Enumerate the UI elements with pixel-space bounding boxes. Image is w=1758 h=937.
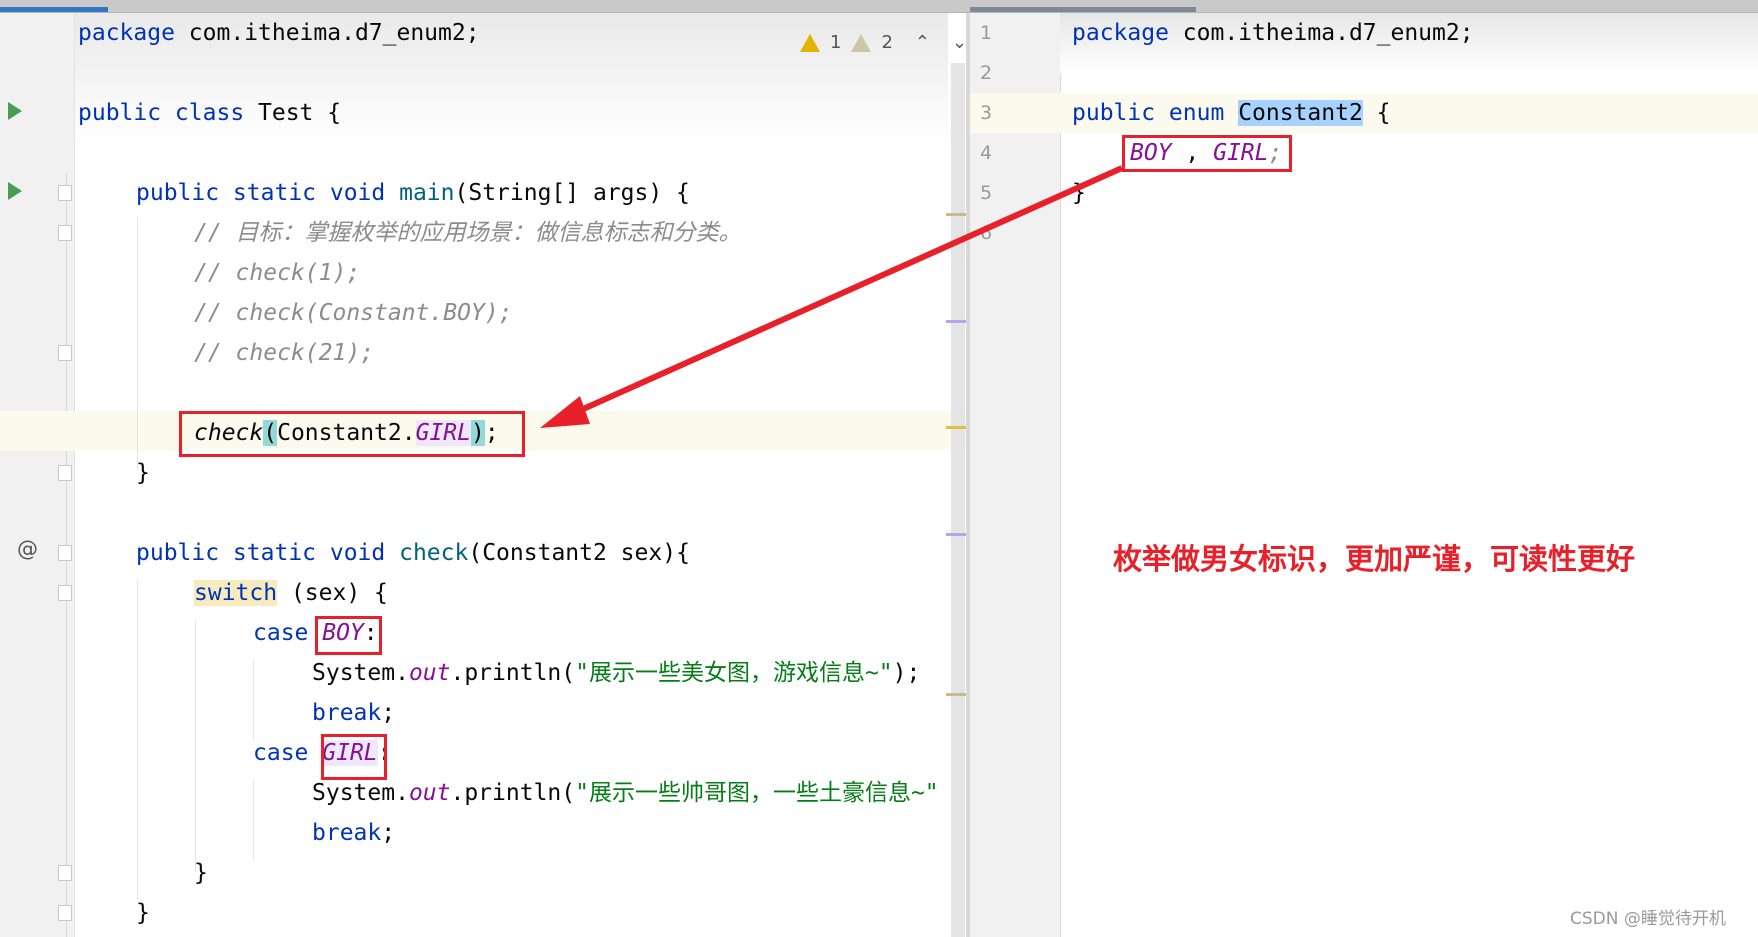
code-line-20[interactable]: System.out.println("展示一些帅哥图，一些土豪信息~" xyxy=(312,773,939,813)
code-text: (sex) { xyxy=(277,580,388,606)
code-line-22[interactable]: } xyxy=(194,853,208,893)
code-text: ; xyxy=(381,820,396,846)
code-text: .println( xyxy=(450,780,576,806)
keyword: break xyxy=(312,820,382,846)
fold-icon[interactable] xyxy=(58,865,72,881)
code-line-15[interactable]: switch (sex) { xyxy=(194,573,388,613)
keyword: switch xyxy=(194,580,278,606)
keyword: case xyxy=(253,740,309,766)
fold-icon[interactable] xyxy=(58,905,72,921)
code-line-18[interactable]: break; xyxy=(312,693,395,733)
weak-warning-count: 2 xyxy=(881,32,893,53)
keyword: public class xyxy=(78,100,245,126)
code-line-23[interactable]: } xyxy=(136,893,150,933)
static-field: out xyxy=(408,660,451,686)
fold-icon[interactable] xyxy=(58,185,72,201)
line-number: 4 xyxy=(980,142,993,164)
string-literal: "展示一些美女图，游戏信息~" xyxy=(575,660,893,686)
code-line-17[interactable]: System.out.println("展示一些美女图，游戏信息~"); xyxy=(312,653,920,693)
code-line-21[interactable]: break; xyxy=(312,813,395,853)
scroll-marker[interactable] xyxy=(946,320,968,323)
keyword: case xyxy=(253,620,309,646)
override-at-icon[interactable]: @ xyxy=(17,537,38,561)
code-line-1[interactable]: package com.itheima.d7_enum2; xyxy=(78,13,480,53)
weak-warning-icon xyxy=(851,33,872,52)
line-number: 1 xyxy=(980,22,993,44)
line-number: 2 xyxy=(980,62,993,84)
scroll-marker[interactable] xyxy=(946,533,968,536)
annotation-text: 枚举做男女标识，更加严谨，可读性更好 xyxy=(1113,542,1636,576)
fold-icon[interactable] xyxy=(58,225,72,241)
tab-test-java-active[interactable] xyxy=(0,7,108,12)
code-text: com.itheima.d7_enum2; xyxy=(1168,20,1474,46)
fold-icon[interactable] xyxy=(58,585,72,601)
code-text: ); xyxy=(892,660,921,686)
watermark: CSDN @睡觉待开机 xyxy=(1570,909,1726,929)
comment-line[interactable]: // 目标：掌握枚举的应用场景：做信息标志和分类。 xyxy=(194,213,742,253)
indent-guide xyxy=(253,780,254,860)
keyword: public static void xyxy=(136,180,386,206)
line-number: 3 xyxy=(980,102,993,124)
next-highlight-chevron-down-icon[interactable]: ⌄ xyxy=(952,32,967,53)
code-text: (Constant2 sex){ xyxy=(468,540,690,566)
static-field: out xyxy=(408,780,451,806)
keyword: public enum xyxy=(1072,100,1225,126)
method-name: check xyxy=(399,540,469,566)
code-line-5[interactable]: } xyxy=(1072,173,1086,213)
previous-highlight-chevron-up-icon[interactable]: ⌃ xyxy=(915,32,930,53)
code-line-1[interactable]: package com.itheima.d7_enum2; xyxy=(1072,13,1474,53)
code-line-3[interactable]: public class Test { xyxy=(78,93,341,133)
code-text: com.itheima.d7_enum2; xyxy=(174,20,480,46)
line-number: 5 xyxy=(980,182,993,204)
highlight-box-check-call xyxy=(179,411,525,457)
left-editor-pane[interactable]: @ 1 2 ⌃ ⌄ package com.itheima.d7_enum2; … xyxy=(0,13,968,937)
inspections-widget[interactable]: 1 2 ⌃ ⌄ xyxy=(800,32,967,53)
code-text: ; xyxy=(381,700,396,726)
code-text: (String[] args) { xyxy=(454,180,690,206)
method-name: main xyxy=(399,180,455,206)
string-literal: "展示一些帅哥图，一些土豪信息~" xyxy=(575,780,939,806)
comment-line[interactable]: // check(1); xyxy=(194,253,360,293)
scroll-marker[interactable] xyxy=(946,426,968,429)
code-text: { xyxy=(1362,100,1391,126)
fold-icon[interactable] xyxy=(58,545,72,561)
highlight-box-enum-constants xyxy=(1122,135,1292,172)
comment-line[interactable]: // check(Constant.BOY); xyxy=(194,293,513,333)
run-main-icon[interactable] xyxy=(8,182,22,200)
fold-icon[interactable] xyxy=(58,345,72,361)
line-number: 6 xyxy=(980,222,993,244)
code-text: .println( xyxy=(450,660,576,686)
warning-count: 1 xyxy=(830,32,842,53)
right-editor-pane[interactable]: 1 2 3 4 5 6 package com.itheima.d7_enum2… xyxy=(970,13,1758,937)
editor-tab-bar xyxy=(0,0,1758,13)
highlight-box-case-girl xyxy=(321,734,387,780)
keyword: public static void xyxy=(136,540,386,566)
comment-line[interactable]: // check(21); xyxy=(194,333,374,373)
keyword: break xyxy=(312,700,382,726)
code-text: Test { xyxy=(244,100,342,126)
indent-guide xyxy=(137,217,138,469)
run-class-icon[interactable] xyxy=(8,102,22,120)
code-line-12[interactable]: } xyxy=(136,453,150,493)
indent-guide xyxy=(195,620,196,872)
tab-constant2-java-active[interactable] xyxy=(970,7,1196,12)
scroll-marker[interactable] xyxy=(946,693,968,696)
fold-icon[interactable] xyxy=(58,465,72,481)
code-text: System. xyxy=(312,780,409,806)
enum-name-selected: Constant2 xyxy=(1238,100,1363,126)
indent-guide xyxy=(253,660,254,740)
code-line-14[interactable]: public static void check(Constant2 sex){ xyxy=(136,533,690,573)
code-text: System. xyxy=(312,660,409,686)
keyword: package xyxy=(78,20,175,46)
warning-icon xyxy=(800,33,820,52)
keyword: package xyxy=(1072,20,1169,46)
vertical-scrollbar[interactable] xyxy=(951,63,965,937)
code-line-5[interactable]: public static void main(String[] args) { xyxy=(136,173,690,213)
code-line-3[interactable]: public enum Constant2 { xyxy=(1072,93,1391,133)
scroll-marker[interactable] xyxy=(946,213,968,216)
indent-guide xyxy=(137,580,138,900)
highlight-box-case-boy xyxy=(315,616,382,655)
